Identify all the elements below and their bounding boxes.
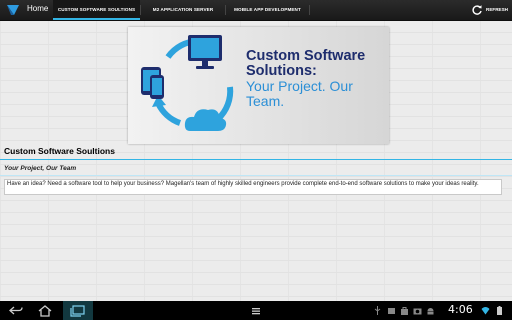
section-title: Custom Software Soultions: [4, 146, 115, 156]
subtitle-divider: [0, 175, 512, 176]
tab-mobile-app-development[interactable]: MOBILE APP DEVELOPMENT: [226, 0, 309, 20]
recent-apps-button[interactable]: [63, 301, 93, 320]
tab-custom-software-solutions[interactable]: CUSTOM SOFTWARE SOULTIONS: [53, 0, 140, 20]
banner-tagline: Your Project. Our Team.: [246, 78, 353, 109]
banner-title: Custom Software Solutions:: [246, 48, 366, 79]
recent-apps-icon: [70, 305, 85, 317]
battery-icon: [497, 306, 502, 315]
wifi-icon: [481, 307, 490, 315]
section-divider: [0, 159, 512, 160]
tab-m2-application-server[interactable]: M2 APPLICATION SERVER: [141, 0, 225, 20]
tab-divider: [309, 5, 310, 15]
hero-banner: Custom Software Solutions: Your Project.…: [128, 27, 389, 144]
home-icon[interactable]: [37, 304, 53, 317]
android-icon: [427, 308, 434, 315]
refresh-button[interactable]: REFRESH: [486, 7, 508, 12]
back-icon[interactable]: [8, 304, 24, 317]
shopping-bag-icon: [401, 307, 408, 315]
description-text: Have an idea? Need a software tool to he…: [4, 179, 502, 195]
home-button[interactable]: Home: [27, 4, 48, 13]
camera-icon: [413, 308, 422, 315]
clock: 4:06: [448, 303, 473, 316]
refresh-icon[interactable]: [471, 4, 483, 16]
system-nav-bar: 4:06: [0, 301, 512, 320]
usb-icon: [374, 306, 381, 315]
section-subtitle: Your Project, Our Team: [4, 165, 77, 172]
app-logo-icon[interactable]: [5, 3, 21, 17]
menu-icon[interactable]: [248, 304, 264, 317]
action-bar: Home CUSTOM SOFTWARE SOULTIONS M2 APPLIC…: [0, 0, 512, 21]
download-icon: [388, 308, 395, 314]
